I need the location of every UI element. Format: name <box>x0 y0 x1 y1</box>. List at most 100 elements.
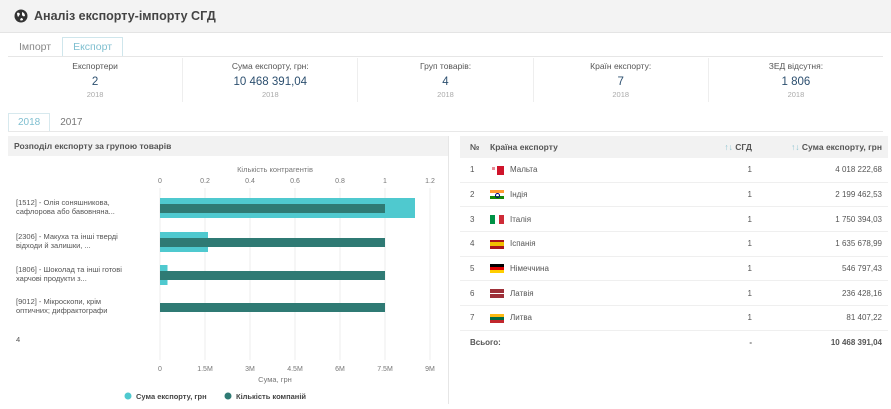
col-country-header[interactable]: Країна експорту <box>489 136 691 158</box>
category-label: [1512] - Олія соняшникова, <box>16 198 110 207</box>
col-sgd-label: СГД <box>735 142 752 152</box>
top-tick-label: 0.4 <box>245 178 255 185</box>
country-name: Латвія <box>510 288 534 298</box>
table-row[interactable]: 1 Мальта 1 4 018 222,68 <box>460 158 888 183</box>
bar-company-count <box>160 303 385 312</box>
top-tick-label: 1.2 <box>425 178 435 185</box>
bottom-tick-label: 9M <box>425 366 435 373</box>
row-country: Мальта <box>489 158 691 183</box>
latvia-flag-icon <box>490 288 504 298</box>
category-label: [9012] - Мікроскопи, крім <box>16 297 101 306</box>
spain-flag-icon <box>490 239 504 249</box>
bottom-tick-label: 6M <box>335 366 345 373</box>
row-country: Німеччина <box>489 256 691 282</box>
sort-icon[interactable]: ↑↓ <box>724 142 733 152</box>
stat-label: Груп товарів: <box>419 61 472 71</box>
row-num: 1 <box>460 158 489 183</box>
row-country: Литва <box>489 305 691 331</box>
legend-marker <box>124 392 132 400</box>
stat-value: 10 468 391,04 <box>233 76 308 88</box>
row-sgd: 1 <box>691 158 758 183</box>
row-sum: 236 428,16 <box>758 280 888 307</box>
row-sum: 1 635 678,99 <box>758 231 888 257</box>
bottom-tick-label: 1.5M <box>197 366 213 373</box>
row-num: 6 <box>460 280 489 307</box>
row-sgd: 1 <box>691 206 758 233</box>
table-row[interactable]: 2 Індія 1 2 199 462,53 <box>460 182 888 208</box>
total-sum: 10 468 391,04 <box>830 338 882 348</box>
top-tick-label: 0.8 <box>335 178 345 185</box>
lithuania-flag-icon <box>490 313 504 323</box>
stat-value: 2 <box>91 76 99 88</box>
tab-year-2017[interactable]: 2017 <box>50 113 92 131</box>
total-label: Всього: <box>470 338 501 348</box>
page-header: Аналіз експорту-імпорту СГД <box>0 0 891 33</box>
tab-export[interactable]: Експорт <box>62 37 124 56</box>
stat-value: 4 <box>442 76 449 88</box>
col-sum-header[interactable]: ↑↓ Сума експорту, грн <box>758 136 888 158</box>
stat-exporters: Експортери 2 2018 <box>8 58 184 102</box>
malta-flag-icon <box>490 165 504 175</box>
row-sgd: 1 <box>691 256 758 282</box>
row-num: 3 <box>460 206 489 233</box>
stat-label: ЗЕД відсутня: <box>768 61 824 71</box>
legend-marker <box>224 392 232 400</box>
country-name: Італія <box>510 214 532 224</box>
india-flag-icon <box>490 190 504 200</box>
legend-label: Сума експорту, грн <box>136 392 207 401</box>
stat-year: 2018 <box>612 90 630 99</box>
country-name: Іспанія <box>510 239 536 249</box>
stat-value: 7 <box>617 76 624 88</box>
category-label: сафлорова або бавовняна... <box>16 207 115 216</box>
row-country: Італія <box>489 206 691 233</box>
sort-icon[interactable]: ↑↓ <box>791 142 800 152</box>
category-label: харчові продукти з... <box>16 274 87 283</box>
stat-label: Сума експорту, грн: <box>231 61 309 71</box>
row-num: 7 <box>460 305 489 331</box>
tab-import[interactable]: Імпорт <box>8 37 62 56</box>
row-country: Іспанія <box>489 231 691 257</box>
row-sum: 81 407,22 <box>758 305 888 331</box>
top-tick-label: 0 <box>158 178 162 185</box>
countries-panel: № Країна експорту ↑↓ СГД ↑↓ Сума експорт… <box>460 136 888 355</box>
table-row[interactable]: 5 Німеччина 1 546 797,43 <box>460 256 888 282</box>
tab-year-2018[interactable]: 2018 <box>8 113 51 131</box>
country-name: Мальта <box>510 165 538 175</box>
table-row[interactable]: 6 Латвія 1 236 428,16 <box>460 280 888 307</box>
divider <box>8 131 883 132</box>
row-sum: 2 199 462,53 <box>758 182 888 208</box>
row-sgd: 1 <box>691 182 758 208</box>
type-tabs: Імпорт Експорт <box>8 37 124 56</box>
table-row[interactable]: 3 Італія 1 1 750 394,03 <box>460 206 888 233</box>
table-row[interactable]: 7 Литва 1 81 407,22 <box>460 305 888 331</box>
legend-label: Кількість компаній <box>236 392 306 401</box>
country-name: Литва <box>510 313 532 323</box>
category-label: відходи й залишки, ... <box>16 241 91 250</box>
category-label: [1806] - Шоколад та інші готові <box>16 265 122 274</box>
bottom-tick-label: 4.5M <box>287 366 303 373</box>
row-sum: 1 750 394,03 <box>758 206 888 233</box>
globe-icon <box>14 9 28 23</box>
page-title: Аналіз експорту-імпорту СГД <box>34 9 216 23</box>
italy-flag-icon <box>490 214 504 224</box>
row-num: 4 <box>460 231 489 257</box>
bar-company-count <box>160 238 385 247</box>
export-by-group-chart: Кількість контрагентів 0 0.2 0.4 0.6 0.8 1 1.2 [… <box>16 165 435 401</box>
col-sum-label: Сума експорту, грн <box>801 142 882 152</box>
stat-value: 1 806 <box>781 76 811 88</box>
countries-table: № Країна експорту ↑↓ СГД ↑↓ Сума експорт… <box>460 136 888 355</box>
stat-goods-groups: Груп товарів: 4 2018 <box>358 58 534 102</box>
stat-label: Експортери <box>72 61 118 71</box>
divider <box>8 56 883 57</box>
col-sgd-header[interactable]: ↑↓ СГД <box>691 136 758 158</box>
bar-company-count <box>160 271 385 280</box>
table-row[interactable]: 4 Іспанія 1 1 635 678,99 <box>460 231 888 257</box>
category-label: оптичних; дифрактографи <box>16 306 107 315</box>
country-name: Індія <box>510 189 528 199</box>
category-label: [2306] - Макуха та інші тверді <box>16 232 118 241</box>
stat-no-fea: ЗЕД відсутня: 1 806 2018 <box>709 58 883 102</box>
stat-year: 2018 <box>86 90 104 99</box>
total-sgd: - <box>749 338 752 348</box>
row-sum: 4 018 222,68 <box>758 158 888 183</box>
row-country: Індія <box>489 182 691 208</box>
